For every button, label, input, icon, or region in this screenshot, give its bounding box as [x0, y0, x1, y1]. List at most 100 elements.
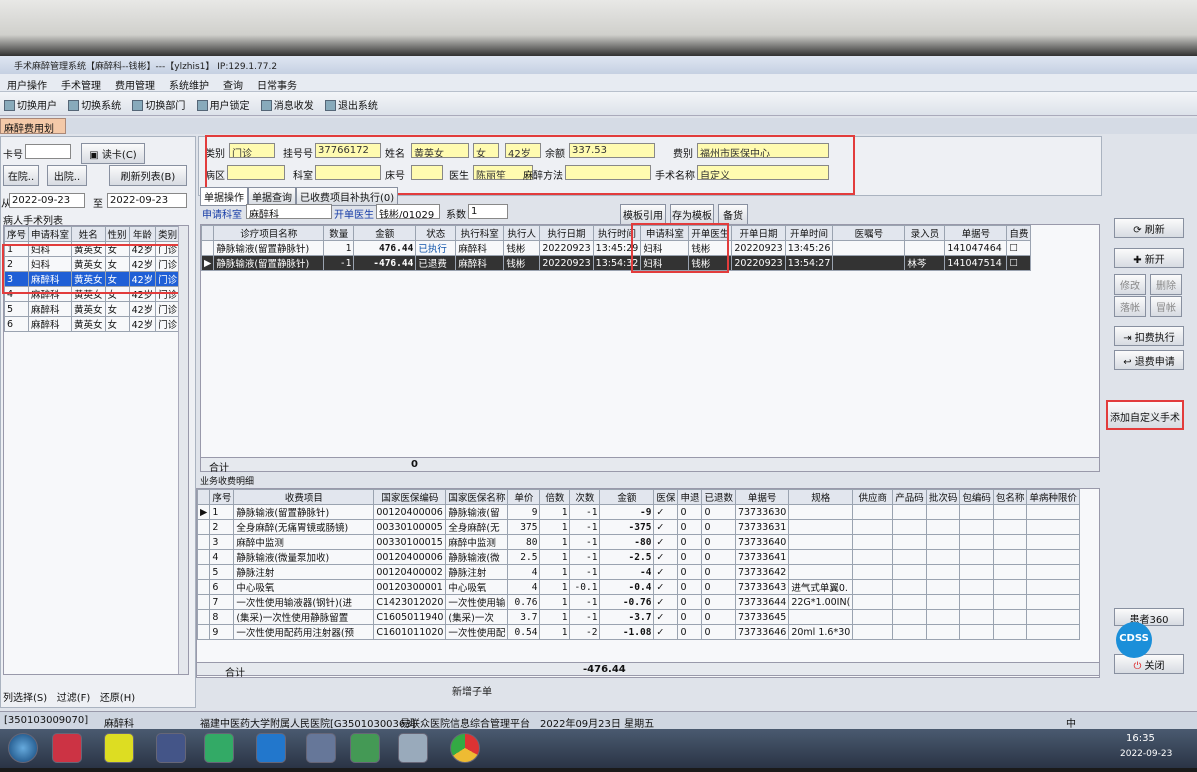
row-indicator-header [200, 225, 215, 241]
cell [925, 519, 961, 535]
row-indicator [196, 564, 211, 580]
table-row[interactable]: 8 (集采)一次性使用静脉留置 C1605011940 (集采)一次 3.7 1 -1 -3.… [196, 609, 1080, 625]
edit-button[interactable]: 修改 [1114, 274, 1146, 295]
new-button[interactable]: ✚ 新开 [1114, 248, 1184, 268]
self-pay-checkbox[interactable]: ☐ [1006, 255, 1032, 271]
app-warning-icon[interactable] [104, 733, 134, 763]
cell: 静脉输液(留置静脉针) [213, 255, 325, 271]
insurance-checkbox[interactable]: ✓ [653, 519, 679, 535]
col-header: 包编码 [959, 489, 994, 505]
cell: 1 [539, 504, 571, 520]
insurance-checkbox[interactable]: ✓ [653, 579, 679, 595]
table-row[interactable]: 6 麻醉科 黄英女女 42岁 门诊 [3, 316, 181, 332]
card-input[interactable] [25, 144, 71, 159]
table-row[interactable]: 5 静脉注射 00120400002 静脉注射 4 1 -1 -4 ✓ 0 0 73733642 [196, 564, 1080, 580]
table-row[interactable]: 6 中心吸氧 00120300001 中心吸氧 4 1 -0.1 -0.4 ✓ 0 0 7373364… [196, 579, 1080, 595]
cell: 6 [3, 316, 30, 332]
cell [925, 609, 961, 625]
cell: 麻醉科 [28, 316, 73, 332]
cell: 73733644 [734, 594, 790, 610]
order-doctor-select[interactable]: 钱彬/01029 [376, 204, 440, 219]
cell: 73733643 [734, 579, 790, 595]
template-reference-button[interactable]: 模板引用 [620, 204, 666, 225]
table-row[interactable]: 静脉输液(留置静脉针) 1 476.44 已执行 麻醉科 钱彬 20220923 13:45:… [200, 240, 1032, 256]
app-browser-icon[interactable] [204, 733, 234, 763]
filter-button[interactable]: 过滤(F) [57, 693, 91, 704]
date-to-input[interactable]: 2022-09-23 [107, 193, 187, 208]
app-database-icon[interactable] [52, 733, 82, 763]
cell: -375 [599, 519, 655, 535]
table-row[interactable]: 4 静脉输液(微量泵加收) 00120400006 静脉输液(微 2.5 1 -1 -2.5 ✓… [196, 549, 1080, 565]
cell: 141047464 [944, 240, 1008, 256]
lock-user-button[interactable]: 用户锁定 [193, 92, 254, 117]
app-image-icon[interactable] [350, 733, 380, 763]
table-row-selected[interactable]: ▶ 静脉输液(留置静脉针) -1 -476.44 已退费 麻醉科 钱彬 20220923 13… [200, 255, 1032, 271]
table-row[interactable]: 9 一次性使用配药用注射器(预 C1601011020 一次性使用配 0.54 1 -2 -1… [196, 624, 1080, 640]
insurance-checkbox[interactable]: ✓ [653, 549, 679, 565]
switch-system-button[interactable]: 切换系统 [64, 92, 125, 117]
new-sub-bill-button[interactable]: 新增子单 [452, 683, 492, 698]
app-window-icon[interactable] [398, 733, 428, 763]
refresh-icon: ⟳ [1133, 225, 1145, 236]
column-select-button[interactable]: 列选择(S) [3, 693, 47, 704]
app-chat-icon[interactable] [306, 733, 336, 763]
switch-dept-button[interactable]: 切换部门 [128, 92, 189, 117]
col-header: 自费 [1006, 225, 1032, 241]
table-row[interactable]: 7 一次性使用输液器(钢针)(进 C1423012020 一次性使用输 0.76 1 -1-… [196, 594, 1080, 610]
switch-user-button[interactable]: 切换用户 [0, 92, 61, 117]
insurance-checkbox[interactable]: ✓ [653, 504, 679, 520]
table-row[interactable]: 2 全身麻醉(无痛胃镜或肠镜) 00330100005 全身麻醉(无 375 1 -1 -37… [196, 519, 1080, 535]
col-header: 已退数 [701, 489, 736, 505]
start-icon[interactable] [8, 733, 38, 763]
cell: 中心吸氧 [233, 579, 375, 595]
fee-group-title: 业务收费明细 [200, 474, 1100, 487]
app-screen-icon[interactable] [156, 733, 186, 763]
apply-dept-select[interactable]: 麻醉科 [246, 204, 332, 219]
tab-anesthesia-fee[interactable]: 麻醉费用划价 [0, 118, 66, 150]
refund-request-button[interactable]: ↩ 退费申请 [1114, 350, 1184, 370]
cell: 20220923 [539, 240, 594, 256]
reverse-button[interactable]: 冒帐 [1150, 296, 1182, 317]
close-button[interactable]: ⏻ 关闭 [1114, 654, 1184, 674]
col-header: 申请科室 [28, 226, 73, 242]
charge-execute-button[interactable]: ⇥ 扣费执行 [1114, 326, 1184, 346]
delete-button[interactable]: 删除 [1150, 274, 1182, 295]
messages-button[interactable]: 消息收发 [257, 92, 318, 117]
in-hospital-button[interactable]: 在院.. [3, 165, 39, 186]
cell: -1.08 [599, 624, 655, 640]
cell [925, 564, 961, 580]
insurance-checkbox[interactable]: ✓ [653, 564, 679, 580]
lower-toolbar: 新增子单 [196, 682, 796, 698]
refund-icon: ↩ [1123, 357, 1135, 368]
ime-indicator[interactable]: 中 [1066, 715, 1076, 730]
refresh-button[interactable]: ⟳ 刷新 [1114, 218, 1184, 238]
read-card-button[interactable]: ▣ 读卡(C) [81, 143, 145, 164]
memo-button[interactable]: 备货 [718, 204, 748, 225]
exit-button[interactable]: 退出系统 [321, 92, 382, 117]
table-row[interactable]: 5 麻醉科 黄英女女 42岁 门诊 [3, 301, 181, 317]
cdss-badge[interactable]: CDSS [1116, 622, 1152, 658]
table-row[interactable]: ▶ 1 静脉输液(留置静脉针) 00120400006 静脉输液(留 9 1 -1 -9 ✓ 0 0 7… [196, 504, 1080, 520]
restore-button[interactable]: 还原(H) [100, 693, 135, 704]
insurance-checkbox[interactable]: ✓ [653, 624, 679, 640]
insurance-checkbox[interactable]: ✓ [653, 534, 679, 550]
chrome-icon[interactable] [450, 733, 480, 763]
scrollbar[interactable] [178, 226, 188, 674]
cell: 静脉输液(留置静脉针) [233, 504, 375, 520]
out-hospital-button[interactable]: 出院.. [47, 165, 87, 186]
post-button[interactable]: 落帐 [1114, 296, 1146, 317]
self-pay-checkbox[interactable]: ☐ [1006, 240, 1032, 256]
save-template-button[interactable]: 存为模板 [670, 204, 714, 225]
refresh-list-button[interactable]: 刷新列表(B) [109, 165, 187, 186]
insurance-checkbox[interactable]: ✓ [653, 594, 679, 610]
date-from-input[interactable]: 2022-09-23 [9, 193, 85, 208]
app-wps-icon[interactable] [256, 733, 286, 763]
add-custom-surgery-button[interactable]: 添加自定义手术 [1106, 400, 1184, 430]
table-row[interactable]: 3 麻醉中监测 00330100015 麻醉中监测 80 1 -1 -80 ✓ 0 0 7373364… [196, 534, 1080, 550]
cell [925, 549, 961, 565]
cell: 73733640 [734, 534, 790, 550]
cell [959, 504, 994, 520]
col-header: 开单时间 [784, 225, 834, 241]
coef-input[interactable]: 1 [468, 204, 508, 219]
insurance-checkbox[interactable]: ✓ [653, 609, 679, 625]
